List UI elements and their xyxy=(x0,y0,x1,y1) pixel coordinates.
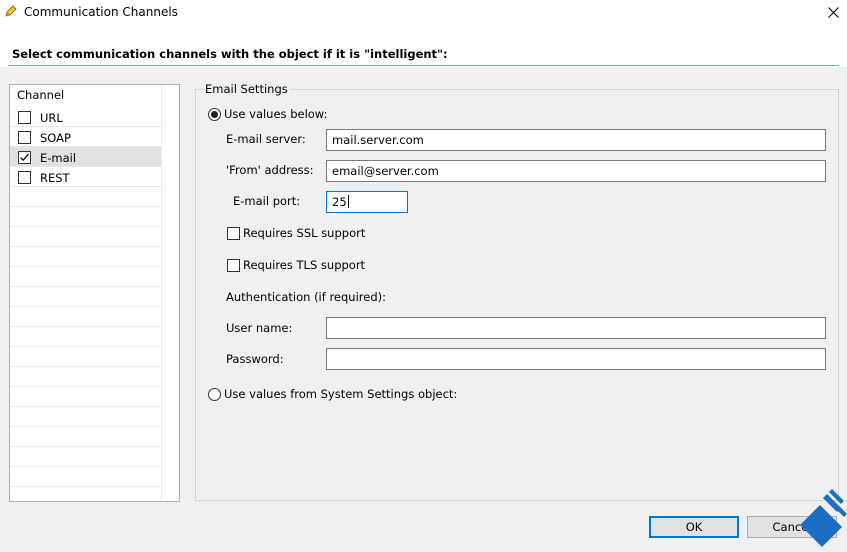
username-label: User name: xyxy=(226,321,293,335)
tls-label: Requires TLS support xyxy=(243,258,366,272)
channel-checkbox-rest[interactable] xyxy=(18,171,31,184)
close-icon xyxy=(827,7,839,18)
channel-row-rest[interactable]: REST xyxy=(10,167,161,187)
email-server-label: E-mail server: xyxy=(226,132,306,146)
ssl-checkbox[interactable] xyxy=(227,227,240,240)
window-title: Communication Channels xyxy=(24,5,178,19)
channel-checkbox-email[interactable] xyxy=(18,151,31,164)
channel-label: REST xyxy=(40,171,70,185)
list-grid-line xyxy=(10,306,161,307)
channel-row-url[interactable]: URL xyxy=(10,107,161,127)
channel-checkbox-url[interactable] xyxy=(18,111,31,124)
list-grid-line xyxy=(10,246,161,247)
use-values-below-radio[interactable] xyxy=(208,108,221,121)
email-port-value: 25 xyxy=(332,195,347,209)
use-values-below-label: Use values below: xyxy=(224,107,328,121)
list-grid-line xyxy=(10,366,161,367)
checkmark-icon xyxy=(20,153,29,162)
channel-label: SOAP xyxy=(40,131,71,145)
pencil-app-icon xyxy=(5,5,17,17)
title-bar: Communication Channels xyxy=(0,0,847,25)
list-grid-line xyxy=(10,206,161,207)
list-grid-line xyxy=(10,486,161,487)
tls-checkbox[interactable] xyxy=(227,259,240,272)
list-grid-line xyxy=(10,406,161,407)
email-server-input[interactable]: mail.server.com xyxy=(326,129,826,151)
list-grid-line xyxy=(10,426,161,427)
channel-label: E-mail xyxy=(40,151,77,165)
authentication-label: Authentication (if required): xyxy=(226,290,387,304)
list-column-divider xyxy=(161,85,162,501)
close-button[interactable] xyxy=(819,0,847,25)
list-grid-line xyxy=(10,326,161,327)
list-grid-line xyxy=(10,266,161,267)
username-input[interactable] xyxy=(326,317,826,339)
list-grid-line xyxy=(10,466,161,467)
channel-row-email[interactable]: E-mail xyxy=(10,147,161,167)
channel-list[interactable]: Channel URL SOAP E-mail REST xyxy=(9,84,180,502)
email-port-input[interactable]: 25 xyxy=(326,191,408,213)
page-heading: Select communication channels with the o… xyxy=(12,47,448,61)
email-port-label: E-mail port: xyxy=(233,194,301,208)
channel-row-soap[interactable]: SOAP xyxy=(10,127,161,147)
text-caret xyxy=(347,195,349,208)
list-grid-line xyxy=(10,386,161,387)
ok-button[interactable]: OK xyxy=(649,516,739,538)
channel-label: URL xyxy=(40,111,63,125)
channel-column-header: Channel xyxy=(17,88,65,102)
use-system-settings-label: Use values from System Settings object: xyxy=(224,387,458,401)
list-grid-line xyxy=(10,446,161,447)
from-address-input[interactable]: email@server.com xyxy=(326,160,826,182)
from-address-label: 'From' address: xyxy=(226,163,314,177)
header-divider xyxy=(8,65,839,66)
email-settings-title: Email Settings xyxy=(203,82,290,96)
channel-checkbox-soap[interactable] xyxy=(18,131,31,144)
use-system-settings-radio[interactable] xyxy=(208,388,221,401)
password-input[interactable] xyxy=(326,348,826,370)
password-label: Password: xyxy=(226,352,284,366)
ssl-label: Requires SSL support xyxy=(243,226,366,240)
list-grid-line xyxy=(10,346,161,347)
list-grid-line xyxy=(10,286,161,287)
brand-logo-icon xyxy=(800,489,847,547)
list-grid-line xyxy=(10,226,161,227)
